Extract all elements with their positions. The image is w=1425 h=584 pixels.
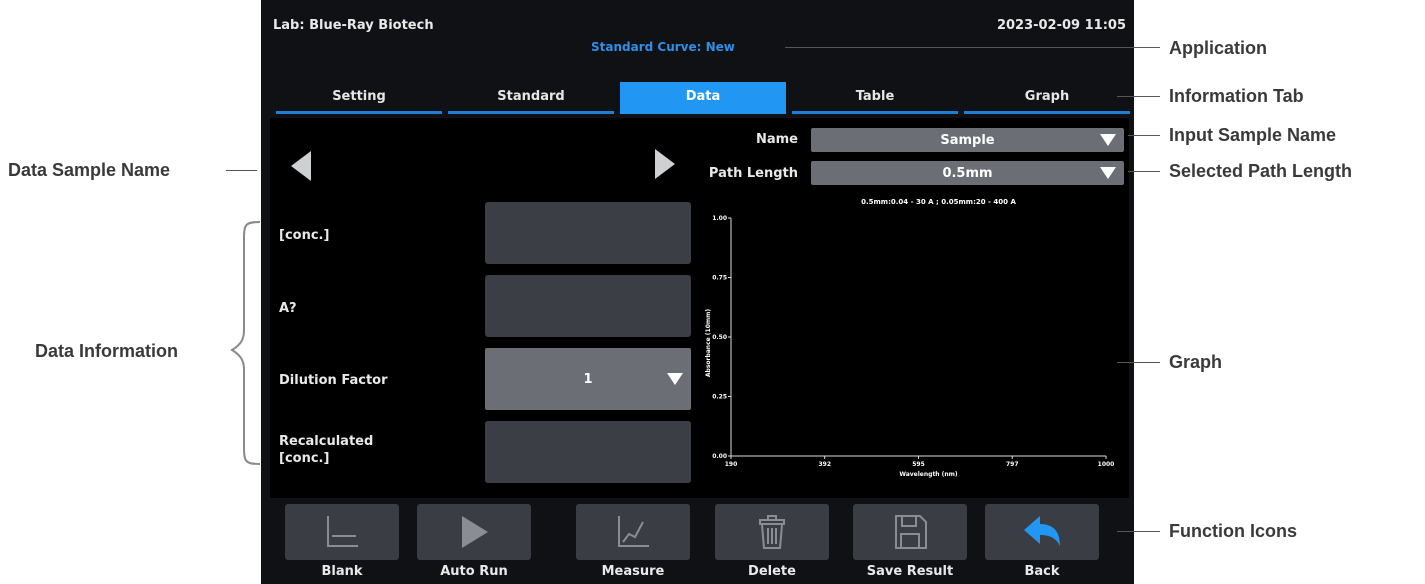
chevron-down-icon [1100,167,1116,179]
y-axis-label: Absorbance (10mm) [705,309,712,378]
name-label: Name [755,132,798,147]
previous-sample-arrow-icon[interactable] [291,151,311,181]
callout-data-information: Data Information [35,341,179,361]
back-arrow-icon [1024,516,1060,546]
absorbance-field[interactable] [485,275,691,337]
callout-line [1128,171,1160,172]
tab-graph[interactable]: Graph [964,82,1130,114]
recalculated-conc-field[interactable] [485,421,691,483]
datetime: 2023-02-09 11:05 [996,18,1126,33]
back-label: Back [1024,564,1060,579]
y-tick-label: 1.00 [712,215,727,222]
data-panel: Name Sample Path Length 0.5mm [conc.] A?… [270,118,1129,498]
function-toolbar: Blank Auto Run Measure Delete Save Resul… [273,504,1133,584]
x-tick-label: 797 [1006,461,1019,468]
callout-line [1117,362,1160,363]
x-axis-label: Wavelength (nm) [899,471,958,478]
absorbance-chart: 0.5mm:0.04 - 30 A ; 0.05mm:20 - 400 A 0.0… [705,198,1115,478]
y-tick-label: 0.75 [712,275,727,282]
sample-name-select[interactable]: Sample [811,128,1124,152]
conc-field[interactable] [485,202,691,264]
chart-subtitle: 0.5mm:0.04 - 30 A ; 0.05mm:20 - 400 A [861,198,1016,206]
tab-bar: Setting Standard Data Table Graph [273,82,1133,114]
instrument-screen: Lab: Blue-Ray Biotech 2023-02-09 11:05 S… [261,0,1134,584]
path-length-value: 0.5mm [942,165,993,181]
sample-name-value: Sample [940,132,995,148]
measure-icon [618,516,649,547]
callout-line [1128,135,1160,136]
dilution-factor-label: Dilution Factor [279,373,388,388]
tab-data[interactable]: Data [620,82,786,114]
dilution-factor-select[interactable]: 1 [485,348,691,410]
measure-button[interactable]: Measure [576,504,690,584]
tab-setting[interactable]: Setting [276,82,442,114]
save-result-label: Save Result [866,564,954,579]
x-tick-label: 1000 [1098,461,1115,468]
application-name: Standard Curve: New [591,40,735,54]
callout-application: Application [1169,38,1267,58]
callout-line [785,47,1160,48]
callout-input-sample-name: Input Sample Name [1169,125,1337,145]
lab-name: Lab: Blue-Ray Biotech [273,18,434,33]
save-icon [895,515,927,549]
measure-label: Measure [601,564,665,579]
auto-run-label: Auto Run [440,564,508,579]
callout-data-sample-name: Data Sample Name [8,160,171,180]
callout-selected-path-length: Selected Path Length [1169,161,1353,181]
callout-line [226,170,257,171]
chevron-down-icon [667,373,683,385]
dilution-factor-value: 1 [583,371,593,387]
y-tick-label: 0.50 [712,334,727,341]
delete-button[interactable]: Delete [715,504,829,584]
path-length-label: Path Length [708,166,798,181]
y-tick-label: 0.00 [712,453,727,460]
x-tick-label: 392 [818,461,831,468]
x-tick-label: 190 [725,461,738,468]
y-tick-label: 0.25 [712,394,727,401]
back-button[interactable]: Back [985,504,1099,584]
absorbance-label: A? [279,301,297,316]
callout-line [1117,96,1160,97]
callout-information-tab: Information Tab [1169,86,1304,106]
chevron-down-icon [1100,134,1116,146]
play-icon [462,516,488,548]
tab-standard[interactable]: Standard [448,82,614,114]
conc-label: [conc.] [279,228,330,243]
delete-label: Delete [748,564,796,579]
data-information-brace [230,221,261,465]
recalculated-conc-label: Recalculated [conc.] [279,434,374,466]
trash-icon [759,515,785,549]
next-sample-arrow-icon[interactable] [655,149,675,179]
save-result-button[interactable]: Save Result [853,504,967,584]
callout-function-icons: Function Icons [1169,521,1297,541]
callout-graph: Graph [1169,352,1223,372]
callout-line [1117,531,1160,532]
blank-icon [327,516,358,547]
x-tick-label: 595 [912,461,925,468]
blank-label: Blank [321,564,363,579]
blank-button[interactable]: Blank [285,504,399,584]
tab-table[interactable]: Table [792,82,958,114]
auto-run-button[interactable]: Auto Run [417,504,531,584]
path-length-select[interactable]: 0.5mm [811,161,1124,185]
